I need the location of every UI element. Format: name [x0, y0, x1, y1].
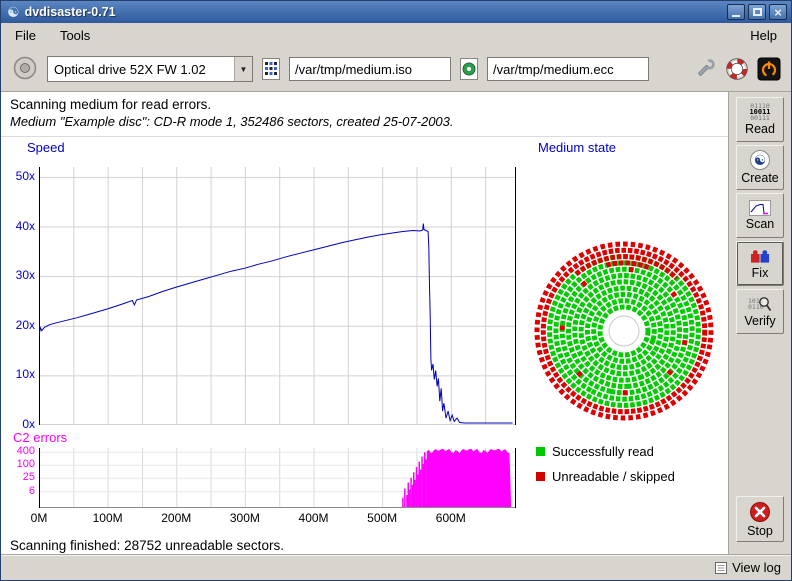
c2-errors-chart: [39, 448, 516, 508]
bottombar: View log: [1, 554, 791, 580]
power-icon: [757, 57, 781, 81]
read-button[interactable]: 01110 10011 00111 Read: [736, 97, 784, 142]
medium-state-title: Medium state: [538, 140, 616, 155]
minimize-icon: [732, 15, 740, 17]
wrench-icon: [693, 57, 717, 81]
iso-path-input[interactable]: [289, 57, 451, 81]
legend-unreadable: Unreadable / skipped: [536, 469, 675, 484]
menu-tools[interactable]: Tools: [56, 26, 94, 45]
legend-success-label: Successfully read: [552, 444, 654, 459]
view-log-label: View log: [732, 560, 781, 575]
dropdown-arrow-icon: ▼: [234, 57, 252, 81]
minimize-button[interactable]: [727, 4, 745, 20]
maximize-button[interactable]: [748, 4, 766, 20]
create-button[interactable]: ☯ Create: [736, 145, 784, 190]
puzzle-icon: [749, 247, 771, 265]
speed-chart: [39, 167, 516, 425]
menubar: File Tools Help: [1, 23, 791, 47]
drive-eject-button[interactable]: [11, 55, 39, 83]
close-icon: ×: [774, 6, 782, 19]
read-label: Read: [745, 122, 775, 136]
titlebar[interactable]: ☯ dvdisaster-0.71 ×: [1, 1, 791, 23]
iso-file-icon: [261, 57, 281, 81]
create-label: Create: [741, 171, 779, 185]
action-sidebar: 01110 10011 00111 Read ☯ Create Scan: [729, 91, 791, 554]
ecc-file-icon: [459, 57, 479, 81]
window-title: dvdisaster-0.71: [25, 5, 116, 19]
lifesaver-button[interactable]: [725, 57, 749, 81]
status-line-2: Medium "Example disc": CD-R mode 1, 3524…: [10, 114, 719, 129]
legend-unreadable-swatch: [536, 472, 545, 481]
toolbar: Optical drive 52X FW 1.02 ▼: [1, 47, 791, 91]
verify-icon: 1011 0110: [748, 296, 772, 313]
status-line-1: Scanning medium for read errors.: [10, 97, 719, 112]
legend-unreadable-label: Unreadable / skipped: [552, 469, 675, 484]
chart-area: Speed C2 errors 0x10x20x30x40x50x6251004…: [1, 138, 518, 538]
drive-icon: [12, 55, 38, 81]
verify-button[interactable]: 1011 0110 Verify: [736, 289, 784, 334]
yin-yang-icon: ☯: [750, 150, 770, 170]
drive-select-value: Optical drive 52X FW 1.02: [48, 62, 234, 77]
menu-help[interactable]: Help: [746, 26, 781, 45]
app-icon: ☯: [7, 5, 20, 19]
medium-state-area: Medium state Successfully read Unreadabl…: [518, 138, 728, 538]
disc-visualization: [531, 238, 717, 424]
maximize-icon: [753, 8, 762, 16]
menu-file[interactable]: File: [11, 26, 40, 45]
stop-button[interactable]: Stop: [736, 496, 784, 542]
scan-graph-icon: [749, 200, 771, 216]
log-icon: [715, 562, 727, 574]
c2-chart-title: C2 errors: [13, 430, 67, 445]
disc-legend: Successfully read Unreadable / skipped: [536, 444, 675, 484]
drive-select[interactable]: Optical drive 52X FW 1.02 ▼: [47, 56, 253, 82]
scan-label: Scan: [746, 217, 775, 231]
stop-icon: [749, 501, 771, 523]
quit-power-button[interactable]: [757, 57, 781, 81]
scan-button[interactable]: Scan: [736, 193, 784, 238]
status-block: Scanning medium for read errors. Medium …: [1, 92, 728, 137]
magnifier-icon: [757, 296, 772, 313]
app-window: ☯ dvdisaster-0.71 × File Tools Help Opti…: [0, 0, 792, 581]
lifesaver-icon: [725, 57, 749, 81]
view-log-button[interactable]: View log: [715, 560, 781, 575]
fix-button[interactable]: Fix: [736, 241, 784, 286]
legend-success-swatch: [536, 447, 545, 456]
close-button[interactable]: ×: [769, 4, 787, 20]
verify-label: Verify: [744, 314, 775, 328]
main-panel: Scanning medium for read errors. Medium …: [1, 91, 729, 554]
ecc-path-input[interactable]: [487, 57, 649, 81]
speed-chart-title: Speed: [27, 140, 65, 155]
scan-result-status: Scanning finished: 28752 unreadable sect…: [10, 538, 284, 553]
window-controls: ×: [724, 4, 787, 20]
read-icon: 01110 10011 00111: [749, 103, 770, 121]
legend-success: Successfully read: [536, 444, 675, 459]
fix-label: Fix: [752, 266, 769, 280]
stop-label: Stop: [747, 524, 773, 538]
preferences-button[interactable]: [693, 57, 717, 81]
